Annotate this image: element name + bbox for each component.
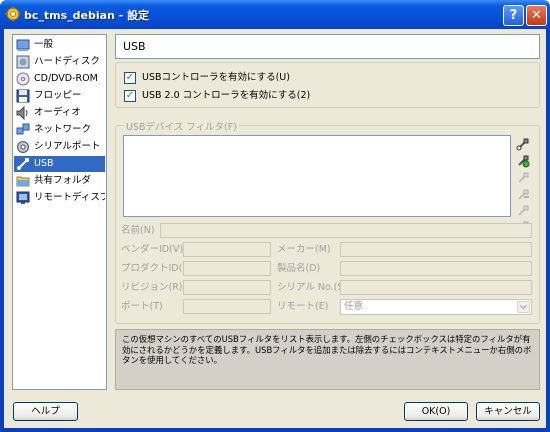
cd-dvd-icon — [16, 72, 30, 86]
sidebar-item-audio[interactable]: オーディオ — [14, 105, 105, 121]
sidebar-item-floppy[interactable]: フロッピー — [14, 88, 105, 104]
network-icon — [16, 123, 30, 135]
product-name-field[interactable] — [340, 261, 532, 276]
enable-usb2-label: USB 2.0 コントローラを有効にする(2) — [142, 90, 311, 101]
audio-icon — [16, 106, 28, 120]
sidebar-item-label: 共有フォルダ — [34, 175, 92, 186]
sidebar-item-label: 一般 — [34, 39, 54, 50]
revision-label: リビジョン(R) — [121, 282, 183, 293]
usb-icon — [17, 158, 29, 170]
manufacturer-label: メーカー(M) — [277, 244, 331, 255]
product-id-field[interactable] — [183, 261, 271, 276]
remote-select[interactable]: 任意 — [340, 299, 532, 315]
sidebar-item-usb[interactable]: USB — [14, 156, 105, 172]
help-button[interactable]: ヘルプ — [13, 402, 78, 421]
sidebar-item-remote-display[interactable]: リモートディスプレイ — [14, 190, 105, 206]
revision-field[interactable] — [183, 280, 271, 295]
edit-filter-icon[interactable] — [516, 171, 530, 185]
serial-number-field[interactable] — [340, 280, 532, 295]
remove-filter-icon[interactable] — [516, 188, 530, 202]
remote-label: リモート(E) — [277, 301, 329, 312]
usb-controller-group: ✓ USBコントローラを有効にする(U) ✓ USB 2.0 コントローラを有効… — [115, 62, 540, 108]
filter-name-field[interactable] — [160, 223, 532, 238]
sidebar-item-network[interactable]: ネットワーク — [14, 122, 105, 138]
manufacturer-field[interactable] — [340, 242, 532, 257]
usb-filter-legend: USBデバイス フィルタ(F) — [124, 119, 239, 133]
serial-number-label: シリアル No.(S) — [277, 282, 348, 293]
page-title: USB — [115, 34, 540, 59]
sidebar-item-cd-dvd[interactable]: CD/DVD-ROM — [14, 71, 105, 87]
sidebar-item-label: CD/DVD-ROM — [34, 73, 98, 84]
usb-filter-list[interactable] — [123, 135, 511, 217]
sidebar-item-label: オーディオ — [34, 107, 81, 118]
settings-gear-icon — [5, 6, 21, 22]
window-title: bc_tms_debian - 設定 — [24, 9, 150, 22]
sidebar-item-label: シリアルポート — [34, 141, 101, 152]
port-field[interactable] — [183, 299, 271, 314]
ok-button[interactable]: OK(O) — [404, 402, 468, 421]
vendor-id-label: ベンダーID(V) — [121, 244, 184, 255]
add-filter-icon[interactable] — [516, 137, 530, 151]
close-button[interactable]: ✕ — [526, 5, 547, 26]
sidebar-item-label: ネットワーク — [34, 124, 92, 135]
remote-display-icon — [16, 191, 30, 204]
sidebar-item-label: ハードディスク — [34, 56, 100, 67]
settings-window: bc_tms_debian - 設定 ? ✕ 一般 ハードディスク CD/DVD… — [0, 0, 550, 432]
vendor-id-field[interactable] — [183, 242, 271, 257]
sidebar-item-harddisk[interactable]: ハードディスク — [14, 54, 105, 70]
cancel-button[interactable]: キャンセル — [476, 402, 540, 421]
sidebar-item-serial-port[interactable]: シリアルポート — [14, 139, 105, 155]
settings-category-list[interactable]: 一般 ハードディスク CD/DVD-ROM フロッピー オーディオ ネットワーク — [12, 34, 107, 390]
sidebar-item-label: リモートディスプレイ — [34, 192, 105, 203]
sidebar-item-general[interactable]: 一般 — [14, 37, 105, 53]
filter-name-label: 名前(N) — [121, 225, 155, 236]
port-label: ポート(T) — [121, 301, 163, 312]
info-description: この仮想マシンのすべてのUSBフィルタをリスト表示します。左側のチェックボックス… — [115, 329, 540, 390]
floppy-icon — [16, 89, 30, 103]
shared-folder-icon — [16, 176, 30, 187]
enable-usb-controller-label: USBコントローラを有効にする(U) — [142, 72, 290, 83]
sidebar-item-shared-folder[interactable]: 共有フォルダ — [14, 173, 105, 189]
sidebar-item-label: USB — [34, 158, 54, 169]
title-bar[interactable]: bc_tms_debian - 設定 ? ✕ — [0, 0, 550, 29]
sidebar-item-label: フロッピー — [34, 90, 82, 101]
dialog-client: 一般 ハードディスク CD/DVD-ROM フロッピー オーディオ ネットワーク — [4, 29, 546, 428]
harddisk-icon — [16, 55, 30, 69]
add-filter-from-device-icon[interactable] — [516, 154, 530, 168]
product-id-label: プロダクトID(P) — [121, 263, 192, 274]
serial-port-icon — [17, 141, 29, 153]
help-title-button[interactable]: ? — [503, 5, 524, 26]
general-icon — [16, 39, 30, 51]
product-name-label: 製品名(D) — [277, 263, 321, 274]
remote-select-value: 任意 — [344, 301, 364, 312]
checkbox-tick[interactable]: ✓ — [124, 90, 136, 102]
move-filter-up-icon[interactable] — [516, 204, 530, 218]
chevron-down-icon[interactable] — [517, 301, 530, 313]
checkbox-tick[interactable]: ✓ — [124, 72, 136, 84]
